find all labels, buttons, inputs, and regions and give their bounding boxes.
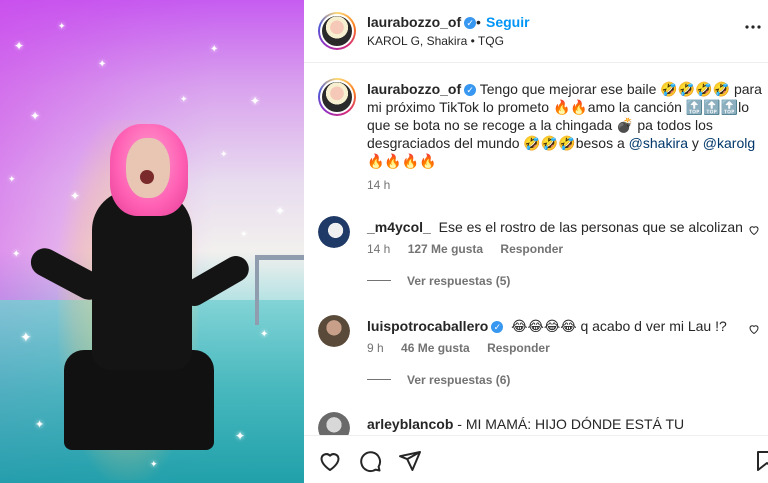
comment-text: arleyblancob - MI MAMÁ: HIJO DÓNDE ESTÁ … — [367, 415, 747, 435]
caption-body-end: 🔥🔥🔥🔥 — [367, 153, 437, 169]
sparkle-icon: ✦ — [30, 109, 41, 123]
caption-username[interactable]: laurabozzo_of — [367, 81, 461, 97]
comment-icon[interactable] — [358, 449, 382, 473]
caption-meta: 14 h — [367, 178, 762, 192]
sparkle-icon: ✦ — [180, 94, 188, 104]
comment-username[interactable]: _m4ycol_ — [367, 219, 431, 235]
caption-joiner: y — [688, 135, 703, 151]
comment-meta: 9 h 46 Me gusta Responder — [367, 341, 747, 355]
comment-body: Ese es el rostro de las personas que se … — [438, 219, 743, 235]
sparkle-icon: ✦ — [220, 149, 228, 159]
post-details-panel: laurabozzo_of ✓ • Seguir KAROL G, Shakira… — [304, 0, 768, 483]
post-video[interactable]: ✦ ✦ ✦ ✦ ✦ ✦ ✦ ✦ ✦ ✦ ✦ ✦ ✦ ✦ ✦ ✦ ✦ ✦ — [0, 0, 304, 483]
view-replies-label[interactable]: Ver respuestas (6) — [407, 373, 510, 387]
comment-username[interactable]: arleyblancob — [367, 416, 453, 432]
replies-divider — [367, 379, 391, 380]
dancer-body — [92, 190, 192, 370]
heart-icon[interactable] — [318, 449, 342, 473]
sparkle-icon: ✦ — [8, 174, 16, 184]
commenter-avatar[interactable] — [318, 315, 350, 347]
caption-time[interactable]: 14 h — [367, 178, 390, 192]
dancer-mouth — [140, 170, 154, 184]
sparkle-icon: ✦ — [210, 44, 219, 55]
comment-body: 😂😂😂😂 q acabo d ver mi Lau !? — [511, 318, 727, 334]
sparkle-icon: ✦ — [20, 329, 32, 345]
replies-divider — [367, 280, 391, 281]
author-avatar[interactable] — [318, 12, 356, 50]
verified-badge-icon: ✓ — [491, 321, 504, 333]
sparkle-icon: ✦ — [12, 249, 21, 260]
comment-username[interactable]: luispotrocaballero — [367, 318, 488, 334]
view-replies-button[interactable]: Ver respuestas (6) — [367, 373, 747, 387]
comment-item: luispotrocaballero ✓ 😂😂😂😂 q acabo d ver m… — [367, 317, 747, 387]
caption-avatar[interactable] — [318, 78, 356, 116]
author-username-text[interactable]: laurabozzo_of — [367, 14, 461, 30]
mention-karolg[interactable]: @karolg — [703, 135, 755, 151]
comment-likes[interactable]: 46 Me gusta — [401, 341, 470, 355]
view-replies-label[interactable]: Ver respuestas (5) — [407, 274, 510, 288]
audio-link[interactable]: KAROL G, Shakira • TQG — [367, 34, 504, 48]
author-username[interactable]: laurabozzo_of ✓ — [367, 14, 477, 30]
comments-list: laurabozzo_of ✓ Tengo que mejorar ese bai… — [304, 64, 768, 435]
more-options-icon[interactable] — [744, 24, 762, 30]
comment-time[interactable]: 9 h — [367, 341, 384, 355]
comment-item: arleyblancob - MI MAMÁ: HIJO DÓNDE ESTÁ … — [367, 415, 747, 435]
send-icon[interactable] — [398, 449, 422, 473]
comment-likes[interactable]: 127 Me gusta — [408, 242, 483, 256]
comment-like-heart-icon[interactable] — [748, 224, 760, 236]
sparkle-icon: ✦ — [250, 94, 261, 108]
sparkle-icon: ✦ — [35, 419, 45, 431]
sparkle-icon: ✦ — [70, 189, 81, 203]
comment-item: _m4ycol_ Ese es el rostro de las persona… — [367, 218, 747, 288]
verified-badge-icon: ✓ — [464, 17, 477, 29]
sparkle-icon: ✦ — [235, 429, 246, 443]
separator-dot: • — [476, 14, 481, 30]
comment-time[interactable]: 14 h — [367, 242, 390, 256]
view-replies-button[interactable]: Ver respuestas (5) — [367, 274, 747, 288]
follow-button[interactable]: Seguir — [486, 14, 530, 30]
sparkle-icon: ✦ — [150, 459, 158, 469]
action-bar — [304, 435, 768, 483]
comment-meta: 14 h 127 Me gusta Responder — [367, 242, 747, 256]
mention-shakira[interactable]: @shakira — [629, 135, 688, 151]
comment-text: luispotrocaballero ✓ 😂😂😂😂 q acabo d ver m… — [367, 317, 747, 335]
reply-button[interactable]: Responder — [487, 341, 550, 355]
verified-badge-icon: ✓ — [464, 84, 477, 96]
comment-like-heart-icon[interactable] — [748, 323, 760, 335]
commenter-avatar[interactable] — [318, 412, 350, 435]
comment-text: _m4ycol_ Ese es el rostro de las persona… — [367, 218, 747, 236]
bookmark-icon[interactable] — [756, 449, 768, 473]
sparkle-icon: ✦ — [275, 204, 286, 218]
sparkle-icon: ✦ — [58, 21, 66, 31]
dancer-face — [126, 138, 170, 198]
sparkle-icon: ✦ — [240, 229, 248, 239]
commenter-avatar[interactable] — [318, 216, 350, 248]
sparkle-icon: ✦ — [260, 329, 269, 340]
video-chair — [255, 255, 304, 325]
sparkle-icon: ✦ — [98, 59, 107, 70]
sparkle-icon: ✦ — [14, 39, 25, 53]
comment-dash: - — [457, 416, 462, 432]
caption: laurabozzo_of ✓ Tengo que mejorar ese bai… — [367, 80, 762, 192]
caption-text: laurabozzo_of ✓ Tengo que mejorar ese bai… — [367, 80, 762, 170]
post-header: laurabozzo_of ✓ • Seguir KAROL G, Shakira… — [304, 0, 768, 63]
reply-button[interactable]: Responder — [500, 242, 563, 256]
